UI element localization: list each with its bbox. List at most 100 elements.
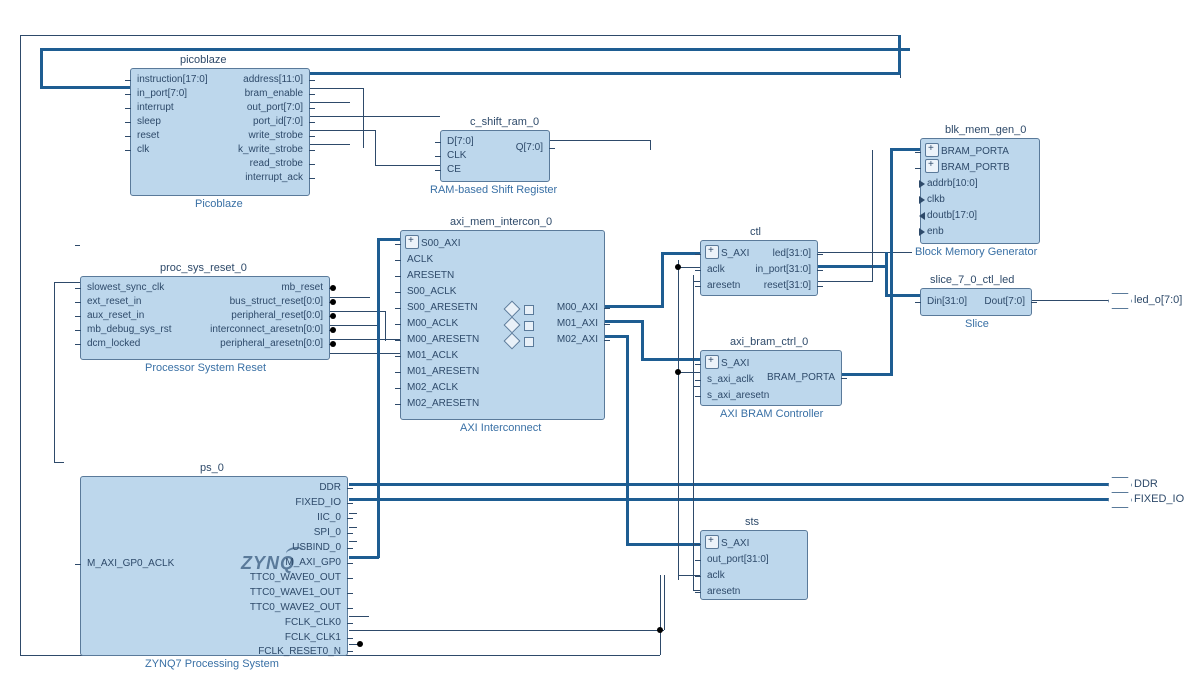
output-pad-ddr[interactable] bbox=[1108, 477, 1132, 493]
port-interrupt[interactable]: interrupt bbox=[137, 101, 174, 115]
port-aclk[interactable]: ACLK bbox=[407, 253, 433, 267]
port-aresetn[interactable]: ARESETN bbox=[407, 269, 454, 283]
port-m01-aresetn[interactable]: M01_ARESETN bbox=[407, 365, 479, 379]
port-CE[interactable]: CE bbox=[447, 163, 461, 177]
port-aclk[interactable]: aclk bbox=[707, 569, 725, 583]
port-write_strobe[interactable]: write_strobe bbox=[249, 129, 303, 143]
port-aresetn[interactable]: aresetn bbox=[707, 585, 740, 599]
ps-block[interactable]: M_AXI_GP0_ACLK ZYNQ DDR FIXED_IO IIC_0 S… bbox=[80, 476, 348, 656]
port-address[interactable]: address[11:0] bbox=[243, 73, 303, 87]
port-ddr[interactable]: DDR bbox=[319, 481, 341, 495]
port-addrb[interactable]: addrb[10:0] bbox=[927, 177, 978, 191]
port-clkb[interactable]: clkb bbox=[927, 193, 945, 207]
port-CLK[interactable]: CLK bbox=[447, 149, 466, 163]
expand-icon[interactable] bbox=[705, 355, 719, 369]
port-aresetn[interactable]: aresetn bbox=[707, 279, 740, 293]
port-interrupt_ack[interactable]: interrupt_ack bbox=[245, 171, 303, 185]
crossbar-icon bbox=[504, 301, 521, 318]
port-aclk[interactable]: aclk bbox=[707, 263, 725, 277]
port-fclk-reset0[interactable]: FCLK_RESET0_N bbox=[258, 645, 341, 659]
port-reset[interactable]: reset[31:0] bbox=[764, 279, 811, 293]
port-m02-aresetn[interactable]: M02_ARESETN bbox=[407, 397, 479, 411]
port-dcm_locked[interactable]: dcm_locked bbox=[87, 337, 140, 351]
port-port_id[interactable]: port_id[7:0] bbox=[253, 115, 303, 129]
shift-ram-instance-label: c_shift_ram_0 bbox=[470, 116, 539, 128]
port-s00-aresetn[interactable]: S00_ARESETN bbox=[407, 301, 478, 315]
port-ttc0-wave0[interactable]: TTC0_WAVE0_OUT bbox=[250, 571, 341, 585]
port-m01-axi[interactable]: M01_AXI bbox=[557, 317, 598, 331]
port-m00-aclk[interactable]: M00_ACLK bbox=[407, 317, 458, 331]
port-s-axi[interactable]: S_AXI bbox=[721, 357, 749, 371]
port-bus_struct_reset[interactable]: bus_struct_reset[0:0] bbox=[230, 295, 323, 309]
port-in_port[interactable]: in_port[7:0] bbox=[137, 87, 187, 101]
port-s-axi-aresetn[interactable]: s_axi_aresetn bbox=[707, 389, 769, 403]
port-bram-portb[interactable]: BRAM_PORTB bbox=[941, 161, 1010, 175]
port-s00-aclk[interactable]: S00_ACLK bbox=[407, 285, 456, 299]
port-sleep[interactable]: sleep bbox=[137, 115, 161, 129]
port-usbind[interactable]: USBIND_0 bbox=[292, 541, 341, 555]
port-m02-axi[interactable]: M02_AXI bbox=[557, 333, 598, 347]
port-read_strobe[interactable]: read_strobe bbox=[250, 157, 303, 171]
port-led[interactable]: led[31:0] bbox=[773, 247, 811, 261]
port-interconnect_aresetn[interactable]: interconnect_aresetn[0:0] bbox=[210, 323, 323, 337]
sts-block[interactable]: S_AXI out_port[31:0] aclk aresetn bbox=[700, 530, 808, 600]
port-out_port[interactable]: out_port[7:0] bbox=[247, 101, 303, 115]
port-mb_debug_sys_rst[interactable]: mb_debug_sys_rst bbox=[87, 323, 172, 337]
port-peripheral_aresetn[interactable]: peripheral_aresetn[0:0] bbox=[220, 337, 323, 351]
port-fclk-clk0[interactable]: FCLK_CLK0 bbox=[285, 616, 341, 630]
expand-icon[interactable] bbox=[405, 235, 419, 249]
picoblaze-instance-label: picoblaze bbox=[180, 54, 226, 66]
proc-sys-reset-block[interactable]: slowest_sync_clk ext_reset_in aux_reset_… bbox=[80, 276, 330, 360]
expand-icon[interactable] bbox=[925, 159, 939, 173]
expand-icon[interactable] bbox=[705, 535, 719, 549]
axi-intercon-block[interactable]: S00_AXI ACLK ARESETN S00_ACLK S00_ARESET… bbox=[400, 230, 605, 420]
port-Q[interactable]: Q[7:0] bbox=[516, 141, 543, 155]
port-ext_reset_in[interactable]: ext_reset_in bbox=[87, 295, 141, 309]
port-iic[interactable]: IIC_0 bbox=[317, 511, 341, 525]
port-s-axi[interactable]: S_AXI bbox=[721, 537, 749, 551]
expand-icon[interactable] bbox=[705, 245, 719, 259]
port-in_port[interactable]: in_port[31:0] bbox=[755, 263, 811, 277]
blk-mem-block[interactable]: BRAM_PORTA BRAM_PORTB addrb[10:0] clkb d… bbox=[920, 138, 1040, 244]
port-m00-aresetn[interactable]: M00_ARESETN bbox=[407, 333, 479, 347]
port-m02-aclk[interactable]: M02_ACLK bbox=[407, 381, 458, 395]
port-out_port[interactable]: out_port[31:0] bbox=[707, 553, 769, 567]
port-s-axi[interactable]: S_AXI bbox=[721, 247, 749, 261]
port-ttc0-wave1[interactable]: TTC0_WAVE1_OUT bbox=[250, 586, 341, 600]
output-pad-fixed-io[interactable] bbox=[1108, 492, 1132, 508]
port-clk[interactable]: clk bbox=[137, 143, 149, 157]
port-slowest_sync_clk[interactable]: slowest_sync_clk bbox=[87, 281, 164, 295]
port-doutb[interactable]: doutb[17:0] bbox=[927, 209, 977, 223]
ctl-block[interactable]: S_AXI aclk aresetn led[31:0] in_port[31:… bbox=[700, 240, 818, 296]
port-fclk-clk1[interactable]: FCLK_CLK1 bbox=[285, 631, 341, 645]
expand-icon[interactable] bbox=[925, 143, 939, 157]
port-aux_reset_in[interactable]: aux_reset_in bbox=[87, 309, 144, 323]
output-pad-led[interactable] bbox=[1108, 293, 1132, 309]
picoblaze-block[interactable]: instruction[17:0] in_port[7:0] interrupt… bbox=[130, 68, 310, 196]
port-fixed-io[interactable]: FIXED_IO bbox=[295, 496, 341, 510]
port-bram-porta[interactable]: BRAM_PORTA bbox=[941, 145, 1009, 159]
port-s-axi-aclk[interactable]: s_axi_aclk bbox=[707, 373, 754, 387]
slice-block[interactable]: Din[31:0] Dout[7:0] bbox=[920, 288, 1032, 316]
port-bram-porta[interactable]: BRAM_PORTA bbox=[767, 371, 835, 385]
port-din[interactable]: Din[31:0] bbox=[927, 295, 967, 309]
port-m-axi-gp0[interactable]: M_AXI_GP0 bbox=[285, 556, 341, 570]
port-mb_reset[interactable]: mb_reset bbox=[281, 281, 323, 295]
port-bram_enable[interactable]: bram_enable bbox=[245, 87, 303, 101]
port-m-axi-gp0-aclk[interactable]: M_AXI_GP0_ACLK bbox=[87, 557, 174, 571]
port-k_write_strobe[interactable]: k_write_strobe bbox=[238, 143, 303, 157]
port-reset[interactable]: reset bbox=[137, 129, 159, 143]
port-D[interactable]: D[7:0] bbox=[447, 135, 474, 149]
port-enb[interactable]: enb bbox=[927, 225, 944, 239]
port-s00-axi[interactable]: S00_AXI bbox=[421, 237, 460, 251]
axi-bram-ctrl-block[interactable]: S_AXI s_axi_aclk s_axi_aresetn BRAM_PORT… bbox=[700, 350, 842, 406]
port-dout[interactable]: Dout[7:0] bbox=[984, 295, 1025, 309]
port-m01-aclk[interactable]: M01_ACLK bbox=[407, 349, 458, 363]
port-peripheral_reset[interactable]: peripheral_reset[0:0] bbox=[231, 309, 323, 323]
port-ttc0-wave2[interactable]: TTC0_WAVE2_OUT bbox=[250, 601, 341, 615]
port-instruction[interactable]: instruction[17:0] bbox=[137, 73, 208, 87]
port-spi[interactable]: SPI_0 bbox=[314, 526, 341, 540]
shift-ram-block[interactable]: D[7:0] CLK CE Q[7:0] bbox=[440, 130, 550, 182]
block-design-canvas[interactable]: picoblaze instruction[17:0] in_port[7:0]… bbox=[0, 0, 1200, 700]
port-m00-axi[interactable]: M00_AXI bbox=[557, 301, 598, 315]
